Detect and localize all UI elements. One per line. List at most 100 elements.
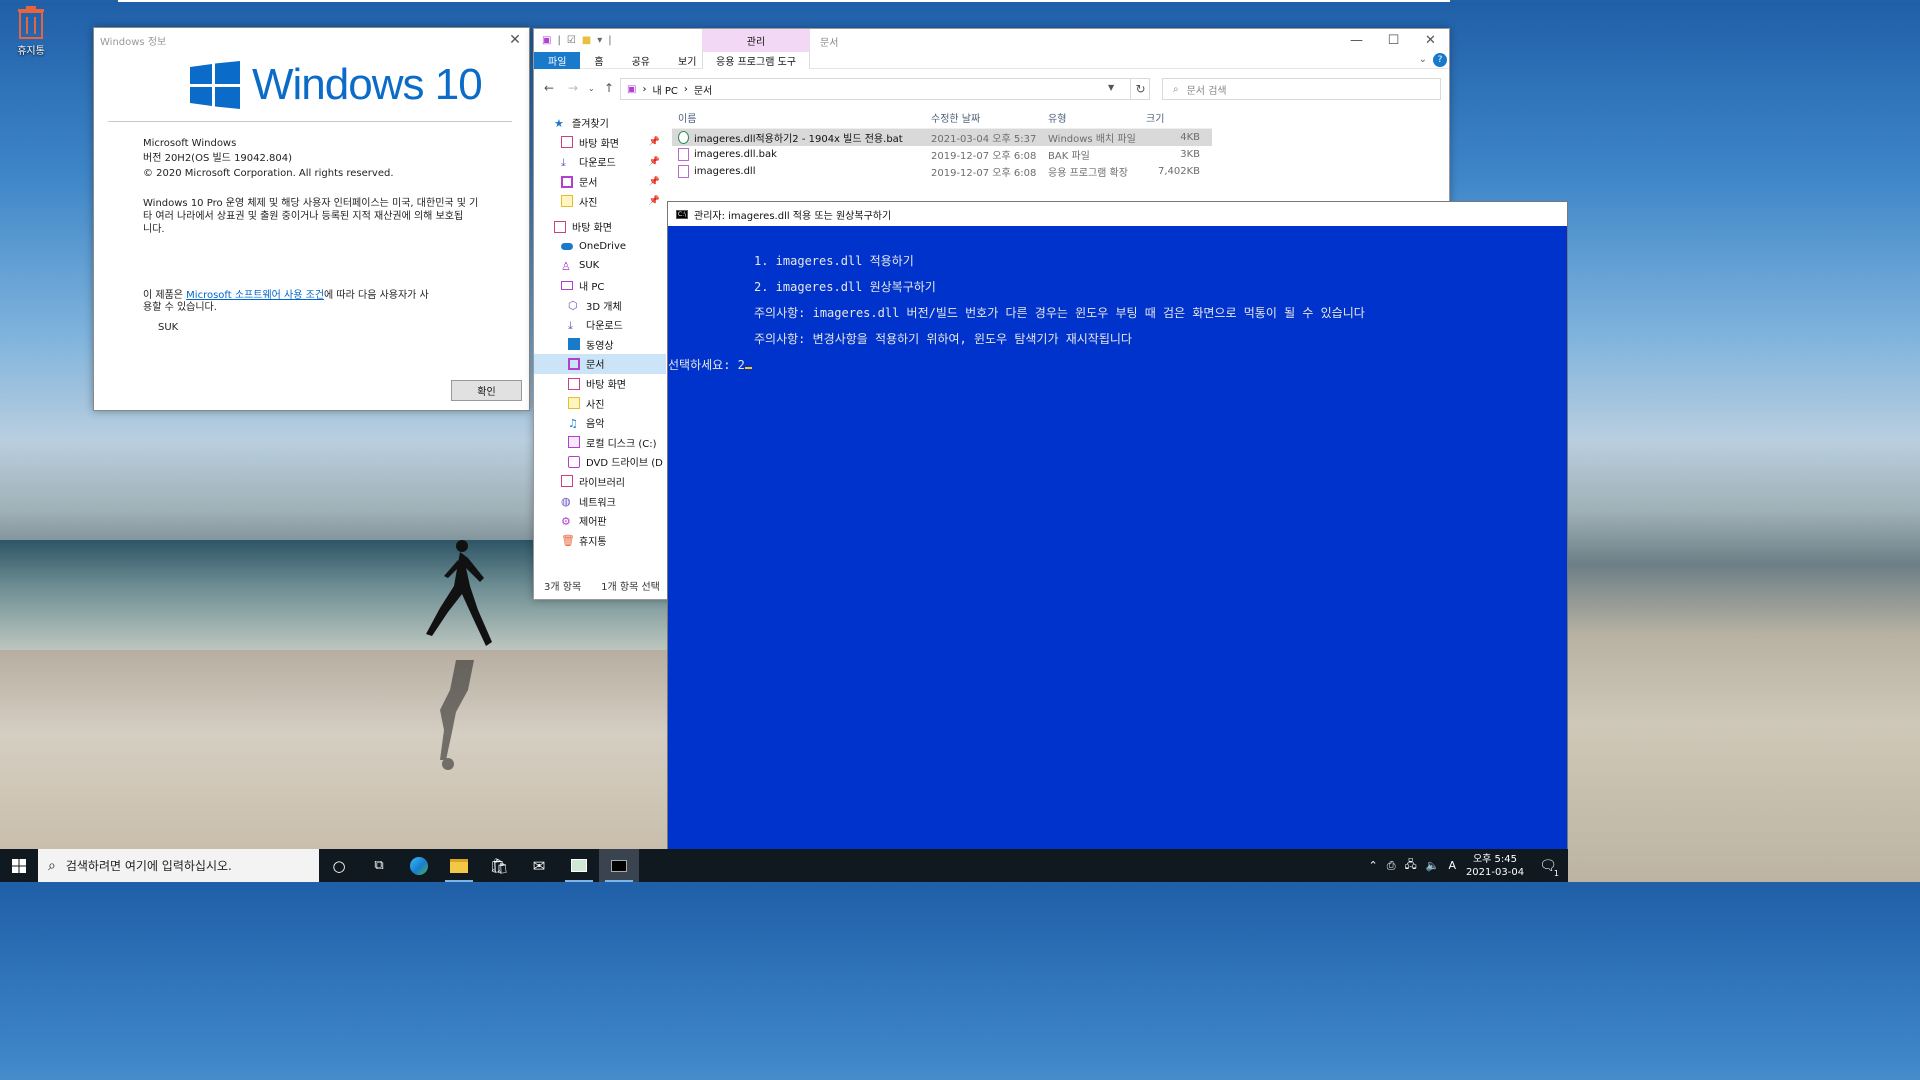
ok-button[interactable]: 확인 xyxy=(451,380,522,401)
nav-label: 내 PC xyxy=(579,282,605,294)
minimize-icon[interactable]: — xyxy=(1338,29,1375,52)
system-tray: ⌃ ⎙ 🖧 🔈 A 오후 5:45 2021-03-04 🗨 1 xyxy=(1368,849,1568,882)
download-icon: ⤓ xyxy=(568,318,573,332)
nav-dvd-drive[interactable]: DVD 드라이브 (D xyxy=(534,452,666,472)
nav-qa-downloads[interactable]: ⤓ 다운로드 📌 xyxy=(534,152,666,172)
up-icon[interactable]: ↑ xyxy=(604,81,614,95)
action-center-button[interactable]: 🗨 1 xyxy=(1534,849,1562,882)
search-input[interactable]: ⌕ 문서 검색 xyxy=(1162,78,1441,100)
windows-logo-text: Windows 10 xyxy=(252,60,483,109)
taskbar-search-input[interactable]: ⌕ 검색하려면 여기에 입력하십시오. xyxy=(38,849,319,882)
winver-taskbar-button[interactable] xyxy=(559,849,599,882)
column-name[interactable]: 이름 xyxy=(672,110,927,125)
input-method-indicator[interactable]: A xyxy=(1448,859,1456,872)
show-hidden-icons-icon[interactable]: ⌃ xyxy=(1368,859,1377,872)
nav-music[interactable]: ♫ 음악 xyxy=(534,413,666,433)
tab-home[interactable]: 홈 xyxy=(580,52,617,69)
nav-recycle-bin[interactable]: 🗑 휴지통 xyxy=(534,530,666,550)
tab-share[interactable]: 공유 xyxy=(618,52,664,69)
nav-videos[interactable]: 동영상 xyxy=(534,335,666,355)
nav-qa-documents[interactable]: 문서 📌 xyxy=(534,172,666,192)
description-line-3: 니다. xyxy=(143,224,165,235)
nav-documents[interactable]: 문서 xyxy=(534,354,666,374)
file-size: 4KB xyxy=(1180,132,1200,143)
tab-manage[interactable]: 관리 xyxy=(702,29,810,52)
clock[interactable]: 오후 5:45 2021-03-04 xyxy=(1465,853,1525,879)
mail-button[interactable]: ✉ xyxy=(519,849,559,882)
start-button[interactable] xyxy=(0,849,38,882)
nav-label: 사진 xyxy=(586,399,605,411)
expand-ribbon-icon[interactable]: ⌄ xyxy=(1419,54,1427,65)
recycle-bin-icon: 🗑 xyxy=(561,534,575,548)
recent-locations-icon[interactable]: ⌄ xyxy=(588,84,595,93)
close-icon[interactable]: ✕ xyxy=(501,32,529,48)
nav-label: 문서 xyxy=(586,360,605,372)
file-explorer-button[interactable] xyxy=(439,849,479,882)
column-date[interactable]: 수정한 날짜 xyxy=(927,110,1044,125)
nav-libraries[interactable]: 라이브러리 xyxy=(534,472,666,492)
nav-onedrive[interactable]: OneDrive xyxy=(534,237,666,257)
tab-file[interactable]: 파일 xyxy=(534,51,581,69)
version-text: 버전 20H2(OS 빌드 19042.804) xyxy=(143,153,293,164)
store-button[interactable]: 🛍 xyxy=(479,849,519,882)
network-icon: ◍ xyxy=(561,495,571,509)
nav-label: OneDrive xyxy=(579,240,627,252)
nav-quick-access[interactable]: ★ 즐겨찾기 xyxy=(534,113,666,133)
new-folder-icon[interactable]: ■ xyxy=(582,35,591,46)
selection-count: 1개 항목 선택 xyxy=(601,582,660,593)
meet-now-icon[interactable]: ⎙ xyxy=(1387,859,1396,873)
back-icon[interactable]: ← xyxy=(544,81,554,95)
notification-count: 1 xyxy=(1553,869,1559,878)
nav-label: 음악 xyxy=(586,419,605,431)
file-row[interactable]: imageres.dll 2019-12-07 오후 6:08 응용 프로그램 … xyxy=(672,163,1212,180)
nav-qa-pictures[interactable]: 사진 📌 xyxy=(534,191,666,211)
file-row[interactable]: imageres.dll적용하기2 - 1904x 빌드 전용.bat 2021… xyxy=(672,129,1212,146)
clock-time: 오후 5:45 xyxy=(1472,853,1518,865)
breadcrumb-documents[interactable]: 문서 xyxy=(694,82,712,97)
nav-this-pc[interactable]: 내 PC xyxy=(534,276,666,296)
nav-downloads[interactable]: ⤓ 다운로드 xyxy=(534,315,666,335)
task-view-button[interactable]: ⧉ xyxy=(359,849,399,882)
nav-network[interactable]: ◍ 네트워크 xyxy=(534,491,666,511)
nav-pictures[interactable]: 사진 xyxy=(534,393,666,413)
nav-3d-objects[interactable]: ⬡ 3D 개체 xyxy=(534,295,666,315)
address-dropdown-icon[interactable]: ▼ xyxy=(1108,83,1114,92)
network-icon[interactable]: 🖧 xyxy=(1405,856,1417,875)
documents-icon xyxy=(568,357,580,370)
breadcrumb-this-pc[interactable]: 내 PC xyxy=(652,82,677,97)
edge-button[interactable] xyxy=(399,849,439,882)
console-taskbar-button[interactable] xyxy=(599,849,639,882)
console-icon: C:\ xyxy=(676,209,688,219)
close-icon[interactable]: ✕ xyxy=(1412,29,1449,52)
volume-icon[interactable]: 🔈 xyxy=(1426,859,1440,872)
nav-qa-desktop[interactable]: 바탕 화면 📌 xyxy=(534,133,666,153)
desktop-recycle-bin[interactable]: 휴지통 xyxy=(8,6,54,57)
help-icon[interactable]: ? xyxy=(1433,53,1447,67)
pin-icon: 📌 xyxy=(648,176,660,187)
customize-qat-icon[interactable]: ▾ xyxy=(597,35,602,46)
refresh-icon[interactable]: ↻ xyxy=(1130,78,1150,100)
nav-desktop[interactable]: 바탕 화면 xyxy=(534,217,666,237)
console-line: 주의사항: imageres.dll 버전/빌드 번호가 다른 경우는 윈도우 … xyxy=(754,306,1365,320)
address-bar[interactable]: ▣ › 내 PC › 문서 xyxy=(620,78,1150,100)
nav-pc-desktop[interactable]: 바탕 화면 xyxy=(534,374,666,394)
properties-icon[interactable]: ☑ xyxy=(567,35,576,46)
wallpaper-runner xyxy=(426,540,492,646)
folder-icon[interactable]: ▣ xyxy=(542,35,551,46)
forward-icon[interactable]: → xyxy=(568,81,578,95)
maximize-icon[interactable]: ☐ xyxy=(1375,29,1412,52)
file-type: BAK 파일 xyxy=(1048,151,1090,162)
quick-access-toolbar: ▣ | ☑ ■ ▾ | xyxy=(534,35,612,46)
column-size[interactable]: 크기 xyxy=(1142,110,1204,125)
tab-application-tools[interactable]: 응용 프로그램 도구 xyxy=(702,52,810,69)
column-type[interactable]: 유형 xyxy=(1044,110,1142,125)
search-placeholder: 문서 검색 xyxy=(1186,85,1227,97)
cortana-button[interactable]: ○ xyxy=(319,849,359,882)
file-row[interactable]: imageres.dll.bak 2019-12-07 오후 6:08 BAK … xyxy=(672,146,1212,163)
nav-user[interactable]: ♙ SUK xyxy=(534,256,666,276)
file-list-header: 이름 수정한 날짜 유형 크기 xyxy=(672,107,1212,129)
console-window[interactable]: C:\ 관리자: imageres.dll 적용 또는 원상복구하기 1. im… xyxy=(667,201,1568,851)
nav-local-disk[interactable]: 로컬 디스크 (C:) xyxy=(534,433,666,453)
nav-control-panel[interactable]: ⚙ 제어판 xyxy=(534,511,666,531)
separator: | xyxy=(557,35,561,46)
